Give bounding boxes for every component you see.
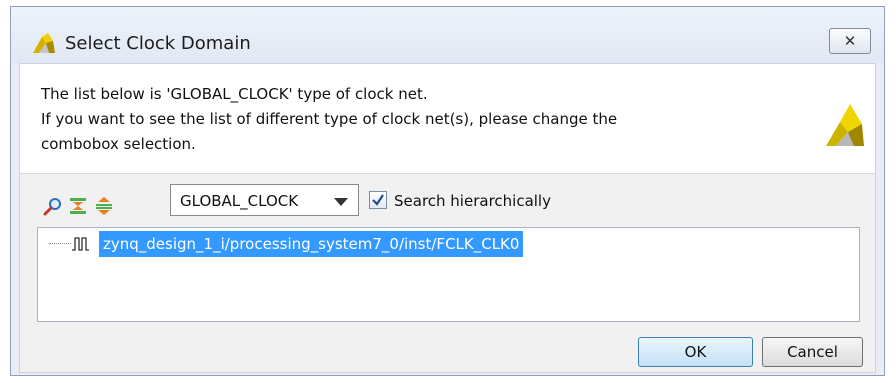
search-hierarchically-checkbox[interactable]: [369, 191, 387, 209]
cancel-button[interactable]: Cancel: [762, 337, 863, 367]
title-bar[interactable]: Select Clock Domain ✕: [11, 7, 884, 63]
tree-connector-line: [49, 243, 71, 244]
vivado-app-icon: [33, 33, 55, 53]
dialog-title: Select Clock Domain: [65, 33, 251, 54]
tree-item-label[interactable]: zynq_design_1_i/processing_system7_0/ins…: [99, 231, 524, 257]
message-line-3: combobox selection.: [41, 135, 196, 153]
select-clock-domain-dialog: Select Clock Domain ✕ The list below is …: [10, 6, 885, 376]
message-panel: The list below is 'GLOBAL_CLOCK' type of…: [20, 64, 875, 174]
clock-net-tree[interactable]: zynq_design_1_i/processing_system7_0/ins…: [37, 227, 860, 322]
checkmark-icon: [372, 194, 384, 206]
clock-pulse-icon: [72, 237, 89, 251]
vivado-logo: [826, 104, 864, 146]
dialog-content: The list below is 'GLOBAL_CLOCK' type of…: [19, 63, 876, 373]
ok-button[interactable]: OK: [638, 337, 753, 367]
search-hierarchically-label: Search hierarchically: [394, 192, 551, 210]
search-icon[interactable]: [43, 196, 63, 216]
message-line-1: The list below is 'GLOBAL_CLOCK' type of…: [41, 85, 428, 103]
expand-all-icon[interactable]: [94, 196, 114, 216]
clock-type-combobox[interactable]: GLOBAL_CLOCK: [170, 184, 359, 216]
tree-item[interactable]: zynq_design_1_i/processing_system7_0/ins…: [38, 231, 838, 257]
close-button[interactable]: ✕: [829, 28, 871, 54]
collapse-all-icon[interactable]: [68, 196, 88, 216]
combobox-selected-value: GLOBAL_CLOCK: [180, 192, 299, 210]
close-icon: ✕: [843, 32, 857, 50]
message-line-2: If you want to see the list of different…: [41, 110, 618, 128]
chevron-down-icon: [334, 198, 348, 206]
